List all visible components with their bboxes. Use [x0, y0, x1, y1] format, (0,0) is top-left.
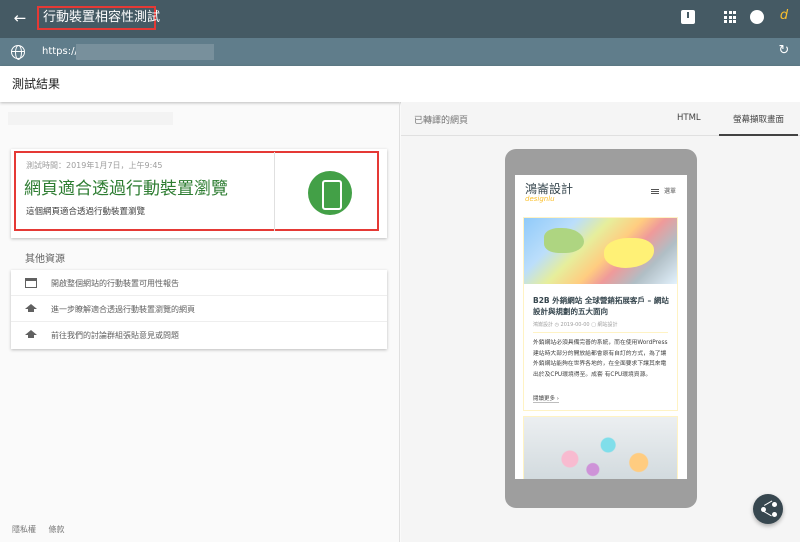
card-divider [274, 152, 275, 231]
footer-links: 隱私權 條款 [12, 524, 75, 535]
resource-label: 開啟整個網站的行動裝置可用性報告 [51, 279, 179, 288]
terms-link[interactable]: 條款 [49, 525, 65, 534]
phone-frame: 鴻崙設計 designlu 選單 B2B 外銷網站 全球營銷拓展客戶 – 網站設… [505, 149, 697, 508]
globe-icon [11, 45, 25, 60]
read-more-link: 閱讀更多 › [533, 396, 559, 403]
rendered-page-label: 已轉譯的網頁 [414, 116, 469, 126]
post-image-map [524, 218, 677, 284]
post-meta: 鴻崙設計 ◷ 2019-00-00 ▢ 網站設計 [533, 322, 618, 328]
preview-panel: 已轉譯的網頁 HTML 螢幕擷取畫面 鴻崙設計 designlu 選單 B2B … [401, 102, 800, 542]
post-excerpt: 外銷網站必須具備完善的系統，而在使用WordPress 建站時大部分的開放給都會… [533, 340, 668, 378]
privacy-link[interactable]: 隱私權 [12, 525, 36, 534]
site-logo-sub: designlu [525, 195, 555, 203]
app-title: 行動裝置相容性測試 [43, 10, 161, 25]
graduation-cap-icon [25, 304, 37, 312]
graduation-cap-icon [25, 330, 37, 338]
test-timestamp: 測試時間：2019年1月7日，上午9:45 [26, 161, 163, 170]
resource-item-usability-report[interactable]: 開啟整個網站的行動裝置可用性報告 [11, 270, 387, 296]
verdict-card: 測試時間：2019年1月7日，上午9:45 網頁適合透過行動裝置瀏覽 這個網頁適… [11, 149, 387, 238]
arrow-back-icon[interactable]: ← [10, 8, 30, 28]
tab-html[interactable]: HTML [677, 113, 701, 123]
results-panel: 測試時間：2019年1月7日，上午9:45 網頁適合透過行動裝置瀏覽 這個網頁適… [0, 102, 400, 542]
url-bar: https:// ↻ [0, 38, 800, 66]
site-logo: 鴻崙設計 [525, 182, 574, 196]
resources-list: 開啟整個網站的行動裝置可用性報告 進一步瞭解適合透過行動裝置瀏覽的網頁 前往我們… [11, 270, 387, 349]
app-bar: ← 行動裝置相容性測試 d [0, 0, 800, 38]
refresh-icon[interactable]: ↻ [777, 44, 791, 58]
url-input[interactable]: https:// [42, 43, 78, 61]
post-divider [533, 332, 668, 333]
brand-logo-icon[interactable]: d [777, 8, 791, 26]
resource-label: 前往我們的討論群組張貼意見或問題 [51, 331, 179, 340]
tab-screenshot[interactable]: 螢幕擷取畫面 [719, 113, 798, 136]
resource-label: 進一步瞭解適合透過行動裝置瀏覽的網頁 [51, 305, 195, 314]
phone-screenshot: 鴻崙設計 designlu 選單 B2B 外銷網站 全球營銷拓展客戶 – 網站設… [515, 175, 687, 479]
browser-window-icon [25, 278, 37, 288]
mobile-friendly-icon [308, 171, 352, 215]
post-card [523, 416, 678, 479]
post-title: B2B 外銷網站 全球營銷拓展客戶 – 網站設計與規劃的五大面向 [533, 296, 669, 316]
verdict-subtitle: 這個網頁適合透過行動裝置瀏覽 [26, 207, 146, 217]
feedback-icon[interactable] [681, 10, 695, 24]
verdict-title: 網頁適合透過行動裝置瀏覽 [24, 179, 228, 199]
menu-label: 選單 [664, 188, 677, 195]
other-resources-title: 其他資源 [25, 254, 65, 265]
results-header: 測試結果 [0, 66, 800, 102]
post-card: B2B 外銷網站 全球營銷拓展客戶 – 網站設計與規劃的五大面向 鴻崙設計 ◷ … [523, 217, 678, 411]
url-redacted [76, 44, 214, 60]
apps-grid-icon[interactable] [723, 10, 737, 24]
menu-icon [651, 189, 659, 194]
preview-header: 已轉譯的網頁 HTML 螢幕擷取畫面 [401, 102, 800, 136]
post-image-gems [524, 417, 677, 479]
results-title: 測試結果 [12, 77, 61, 91]
tested-url-redacted [8, 112, 173, 125]
account-icon[interactable] [750, 10, 764, 24]
resource-item-learn-more[interactable]: 進一步瞭解適合透過行動裝置瀏覽的網頁 [11, 296, 387, 322]
resource-item-forum[interactable]: 前往我們的討論群組張貼意見或問題 [11, 322, 387, 348]
share-icon[interactable] [753, 494, 783, 524]
